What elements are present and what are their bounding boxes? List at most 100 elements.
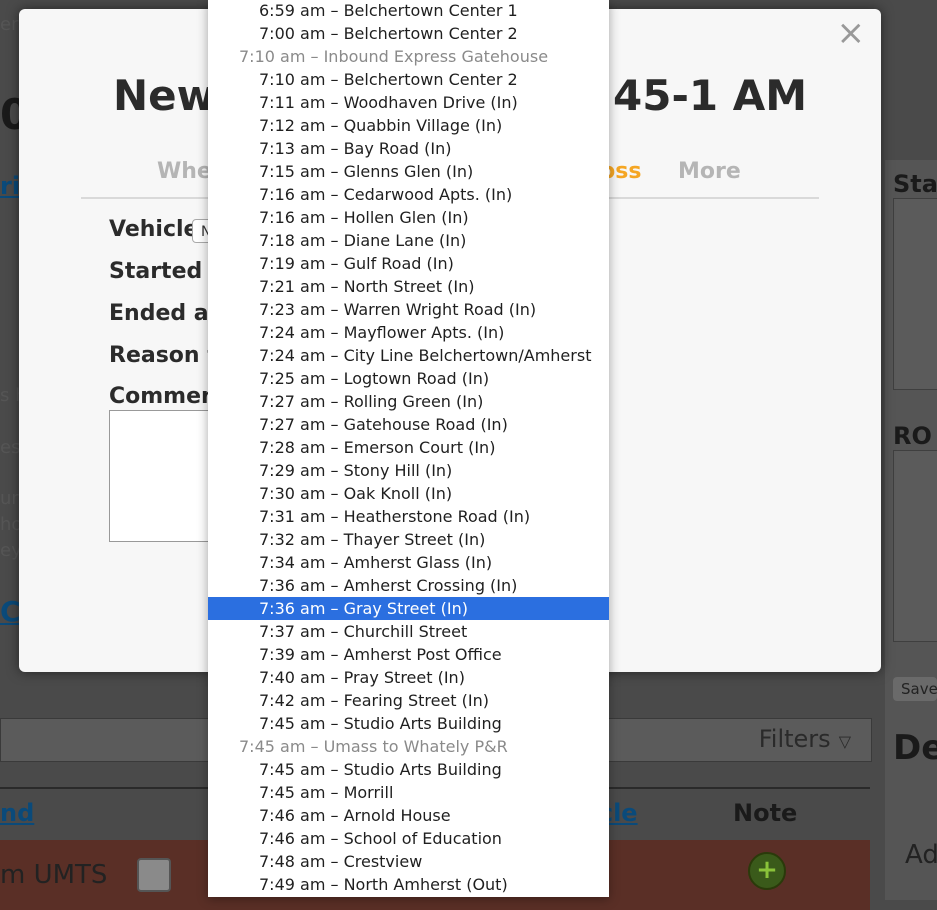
filters-label: Filters <box>758 725 831 753</box>
filters-dropdown[interactable]: Filters ▽ <box>759 725 851 753</box>
dropdown-option[interactable]: 7:24 am – Mayflower Apts. (In) <box>208 321 609 344</box>
dropdown-option[interactable]: 7:15 am – Glenns Glen (In) <box>208 160 609 183</box>
dropdown-option-label: 7:36 am – Gray Street (In) <box>259 599 468 618</box>
row-checkbox[interactable] <box>137 858 171 892</box>
dropdown-option[interactable]: 7:11 am – Woodhaven Drive (In) <box>208 91 609 114</box>
dropdown-option-label: 7:23 am – Warren Wright Road (In) <box>259 300 537 319</box>
dropdown-option-label: 7:10 am – Inbound Express Gatehouse <box>239 47 549 66</box>
dropdown-option[interactable]: 7:40 am – Pray Street (In) <box>208 666 609 689</box>
dropdown-option-label: 7:13 am – Bay Road (In) <box>259 139 452 158</box>
dropdown-option[interactable]: 7:13 am – Bay Road (In) <box>208 137 609 160</box>
dropdown-option-label: 7:15 am – Glenns Glen (In) <box>259 162 474 181</box>
dropdown-option-label: 7:19 am – Gulf Road (In) <box>259 254 454 273</box>
dropdown-option-label: 7:00 am – Belchertown Center 2 <box>259 24 518 43</box>
dropdown-option[interactable]: 7:45 am – Studio Arts Building <box>208 758 609 781</box>
dropdown-option[interactable]: 7:28 am – Emerson Court (In) <box>208 436 609 459</box>
bg-fragment: ur <box>0 488 19 509</box>
dropdown-option-label: 7:27 am – Rolling Green (In) <box>259 392 484 411</box>
dropdown-option[interactable]: 7:19 am – Gulf Road (In) <box>208 252 609 275</box>
dropdown-option-label: 7:32 am – Thayer Street (In) <box>259 530 486 549</box>
dropdown-option-label: 7:30 am – Oak Knoll (In) <box>259 484 453 503</box>
bg-fragment: er <box>0 14 19 35</box>
dropdown-option[interactable]: 7:16 am – Hollen Glen (In) <box>208 206 609 229</box>
dropdown-option-label: 7:21 am – North Street (In) <box>259 277 475 296</box>
dropdown-option-label: 7:10 am – Belchertown Center 2 <box>259 70 518 89</box>
row-route-text: m UMTS <box>0 860 108 890</box>
dropdown-option-label: 7:29 am – Stony Hill (In) <box>259 461 453 480</box>
dropdown-option-label: 7:37 am – Churchill Street <box>259 622 468 641</box>
dropdown-option[interactable]: 7:45 am – Studio Arts Building <box>208 712 609 735</box>
dropdown-option-label: 7:42 am – Fearing Street (In) <box>259 691 490 710</box>
dropdown-option-label: 7:16 am – Cedarwood Apts. (In) <box>259 185 513 204</box>
dropdown-option-label: 7:27 am – Gatehouse Road (In) <box>259 415 508 434</box>
dropdown-option[interactable]: 7:00 am – Belchertown Center 2 <box>208 22 609 45</box>
dropdown-option[interactable]: 7:30 am – Oak Knoll (In) <box>208 482 609 505</box>
dropdown-option-label: 7:25 am – Logtown Road (In) <box>259 369 490 388</box>
close-icon[interactable]: × <box>837 13 866 53</box>
right-panel-heading: RO <box>893 422 932 450</box>
dropdown-option[interactable]: 7:36 am – Gray Street (In) <box>208 597 609 620</box>
dropdown-option[interactable]: 7:27 am – Gatehouse Road (In) <box>208 413 609 436</box>
dropdown-group-header: 7:10 am – Inbound Express Gatehouse <box>208 45 609 68</box>
dropdown-option[interactable]: 7:46 am – Arnold House <box>208 804 609 827</box>
right-panel-box <box>893 198 937 390</box>
modal-title: New <box>113 71 216 120</box>
dropdown-option-label: 7:12 am – Quabbin Village (In) <box>259 116 503 135</box>
column-header-note: Note <box>733 799 798 827</box>
bg-fragment: es <box>0 437 21 458</box>
stop-dropdown-list[interactable]: 6:59 am – Belchertown Center 1 7:00 am – … <box>208 0 609 897</box>
dropdown-option-label: 7:36 am – Amherst Crossing (In) <box>259 576 518 595</box>
tab-wheelchair[interactable]: Whe <box>157 159 212 184</box>
dropdown-option[interactable]: 7:37 am – Churchill Street <box>208 620 609 643</box>
dropdown-option[interactable]: 7:45 am – Morrill <box>208 781 609 804</box>
dropdown-option[interactable]: 7:46 am – School of Education <box>208 827 609 850</box>
dropdown-option-label: 7:45 am – Studio Arts Building <box>259 714 502 733</box>
dropdown-option-label: 7:39 am – Amherst Post Office <box>259 645 502 664</box>
column-header-end[interactable]: nd <box>0 799 34 827</box>
dropdown-option[interactable]: 7:25 am – Logtown Road (In) <box>208 367 609 390</box>
dropdown-option-label: 7:11 am – Woodhaven Drive (In) <box>259 93 518 112</box>
dropdown-option-label: 6:59 am – Belchertown Center 1 <box>259 1 518 20</box>
dropdown-option-label: 7:31 am – Heatherstone Road (In) <box>259 507 531 526</box>
dropdown-option[interactable]: 7:23 am – Warren Wright Road (In) <box>208 298 609 321</box>
right-panel-heading: Sta <box>893 170 937 198</box>
dropdown-option-label: 7:48 am – Crestview <box>259 852 423 871</box>
dropdown-option-label: 7:45 am – Morrill <box>259 783 394 802</box>
dropdown-option-label: 7:28 am – Emerson Court (In) <box>259 438 496 457</box>
dropdown-option[interactable]: 7:42 am – Fearing Street (In) <box>208 689 609 712</box>
dropdown-option[interactable]: 7:48 am – Crestview <box>208 850 609 873</box>
dropdown-option-label: 7:24 am – City Line Belchertown/Amherst <box>259 346 592 365</box>
dropdown-option[interactable]: 7:29 am – Stony Hill (In) <box>208 459 609 482</box>
bg-link-fragment[interactable]: C <box>0 595 21 628</box>
dropdown-option[interactable]: 7:18 am – Diane Lane (In) <box>208 229 609 252</box>
add-note-icon[interactable]: + <box>748 852 786 890</box>
dropdown-option-label: 7:18 am – Diane Lane (In) <box>259 231 467 250</box>
comment-textarea[interactable] <box>109 410 210 542</box>
dropdown-option-label: 7:16 am – Hollen Glen (In) <box>259 208 469 227</box>
dropdown-option[interactable]: 7:32 am – Thayer Street (In) <box>208 528 609 551</box>
dropdown-option-label: 7:46 am – Arnold House <box>259 806 451 825</box>
save-button[interactable]: Save <box>893 677 937 701</box>
dropdown-option[interactable]: 7:39 am – Amherst Post Office <box>208 643 609 666</box>
dropdown-option[interactable]: 7:10 am – Belchertown Center 2 <box>208 68 609 91</box>
dropdown-option[interactable]: 7:12 am – Quabbin Village (In) <box>208 114 609 137</box>
dropdown-option[interactable]: 7:31 am – Heatherstone Road (In) <box>208 505 609 528</box>
dropdown-option-label: 7:34 am – Amherst Glass (In) <box>259 553 493 572</box>
dropdown-option-label: 7:24 am – Mayflower Apts. (In) <box>259 323 505 342</box>
dropdown-option[interactable]: 7:27 am – Rolling Green (In) <box>208 390 609 413</box>
dropdown-option-label: 7:46 am – School of Education <box>259 829 502 848</box>
dropdown-option[interactable]: 6:59 am – Belchertown Center 1 <box>208 0 609 22</box>
dropdown-option[interactable]: 7:21 am – North Street (In) <box>208 275 609 298</box>
tab-more[interactable]: More <box>678 159 741 184</box>
right-panel-box <box>893 450 937 642</box>
dropdown-option[interactable]: 7:49 am – North Amherst (Out) <box>208 873 609 896</box>
dropdown-option[interactable]: 7:36 am – Amherst Crossing (In) <box>208 574 609 597</box>
dropdown-option-label: 7:45 am – Studio Arts Building <box>259 760 502 779</box>
dropdown-option-label: 7:40 am – Pray Street (In) <box>259 668 465 687</box>
dropdown-option[interactable]: 7:24 am – City Line Belchertown/Amherst <box>208 344 609 367</box>
dropdown-option[interactable]: 7:16 am – Cedarwood Apts. (In) <box>208 183 609 206</box>
modal-title-trip: 45-1 AM <box>613 71 808 120</box>
dropdown-option[interactable]: 7:34 am – Amherst Glass (In) <box>208 551 609 574</box>
dropdown-option-label: 7:45 am – Umass to Whately P&R <box>239 737 508 756</box>
right-panel-text: Ad <box>905 840 937 870</box>
